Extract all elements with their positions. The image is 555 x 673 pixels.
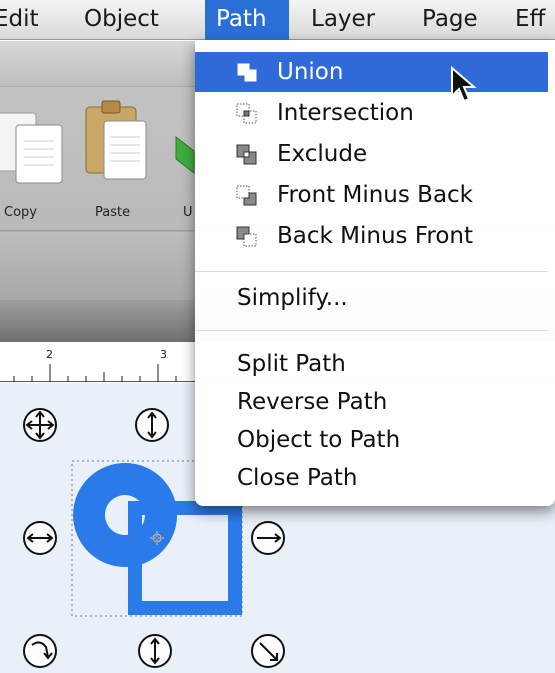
menu-item-label: Close Path xyxy=(237,465,358,491)
front-minus-back-icon xyxy=(236,185,257,206)
ruler-label-2: 2 xyxy=(46,348,53,361)
menu-object[interactable]: Object xyxy=(84,0,159,40)
menu-item-label: Reverse Path xyxy=(237,389,388,415)
menu-item-object-to-path[interactable]: Object to Path xyxy=(195,420,548,460)
menu-item-label: Simplify... xyxy=(237,285,348,311)
menu-item-label: Union xyxy=(277,59,344,85)
menu-item-exclude[interactable]: Exclude xyxy=(195,134,548,174)
menu-item-front-minus-back[interactable]: Front Minus Back xyxy=(195,175,548,215)
menu-edit[interactable]: Edit xyxy=(0,0,64,40)
menu-item-intersection[interactable]: Intersection xyxy=(195,93,548,133)
undo-icon[interactable] xyxy=(172,133,196,183)
paste-icon[interactable] xyxy=(80,99,160,189)
menu-item-label: Object to Path xyxy=(237,427,401,453)
menu-path[interactable]: Path xyxy=(205,0,289,40)
menu-item-label: Back Minus Front xyxy=(277,223,474,249)
menu-item-reverse-path[interactable]: Reverse Path xyxy=(195,382,548,422)
menu-item-close-path[interactable]: Close Path xyxy=(195,458,548,498)
undo-label-fragment: U xyxy=(183,205,193,220)
menu-item-label: Exclude xyxy=(277,141,368,167)
menu-item-back-minus-front[interactable]: Back Minus Front xyxy=(195,216,548,256)
menu-item-label: Intersection xyxy=(277,100,414,126)
menu-bar: Edit Object Path Layer Page Eff xyxy=(0,0,555,40)
menu-layer[interactable]: Layer xyxy=(311,0,375,40)
paste-label: Paste xyxy=(95,205,131,220)
menu-page[interactable]: Page xyxy=(422,0,478,40)
ruler-label-3: 3 xyxy=(160,348,167,361)
menu-item-label: Split Path xyxy=(237,351,346,377)
path-menu: Union Intersection Exclude Front Minus B… xyxy=(195,40,555,506)
menu-separator xyxy=(195,330,548,331)
copy-icon[interactable] xyxy=(0,107,70,187)
intersection-icon xyxy=(236,103,257,124)
mouse-cursor-icon xyxy=(451,66,477,103)
menu-separator xyxy=(195,271,548,272)
menu-item-union[interactable]: Union xyxy=(195,52,548,92)
menu-item-simplify[interactable]: Simplify... xyxy=(195,278,548,318)
back-minus-front-icon xyxy=(236,226,257,247)
rotate-handle-icon xyxy=(23,634,57,668)
menu-item-label: Front Minus Back xyxy=(277,182,474,208)
copy-label: Copy xyxy=(4,205,37,220)
menu-item-split-path[interactable]: Split Path xyxy=(195,344,548,384)
menu-effect[interactable]: Eff xyxy=(515,0,545,40)
exclude-icon xyxy=(236,144,257,165)
union-icon xyxy=(237,63,257,82)
